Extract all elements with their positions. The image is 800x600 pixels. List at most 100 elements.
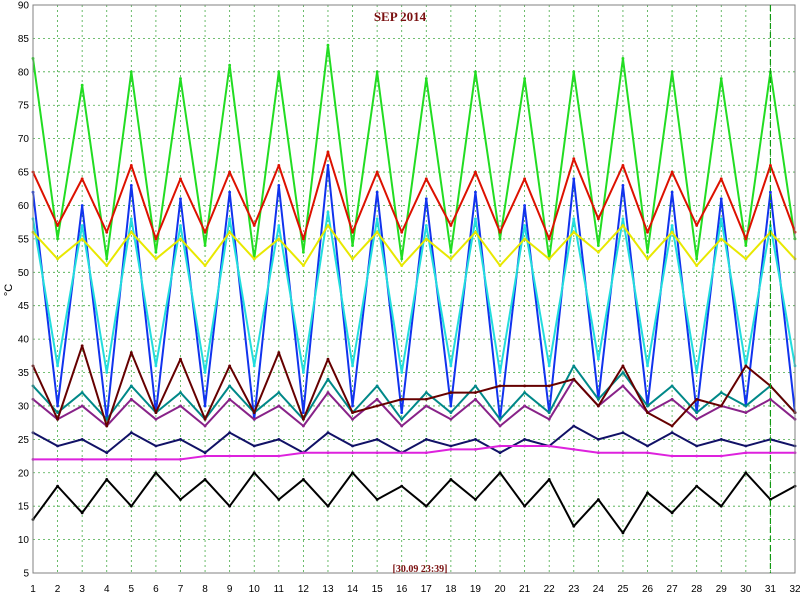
data-point [474, 437, 477, 441]
data-point [670, 70, 674, 74]
y-tick-label: 70 [18, 134, 30, 145]
data-point [596, 437, 600, 441]
data-point [572, 217, 576, 221]
data-point [179, 458, 182, 461]
data-point [670, 424, 674, 428]
data-point [301, 451, 305, 455]
data-point [228, 217, 232, 221]
data-point [596, 404, 600, 408]
data-point [621, 371, 625, 374]
data-point [523, 404, 527, 408]
y-tick-label: 65 [18, 168, 30, 179]
data-point [547, 411, 551, 415]
data-point [375, 230, 379, 234]
y-tick-label: 80 [18, 67, 30, 78]
data-point [301, 417, 305, 421]
data-point [105, 257, 109, 261]
data-point [596, 217, 600, 221]
data-point [154, 257, 158, 261]
data-point [351, 364, 354, 368]
data-point [154, 458, 158, 461]
y-tick-label: 5 [23, 569, 29, 580]
data-point [572, 364, 576, 368]
data-point [424, 77, 428, 80]
data-point [719, 404, 723, 408]
data-point [56, 417, 59, 421]
data-point [474, 217, 477, 221]
data-point [80, 344, 84, 348]
data-point [326, 451, 330, 455]
data-point [572, 524, 576, 528]
data-point [744, 237, 748, 241]
data-point [695, 444, 699, 448]
data-point [449, 478, 453, 481]
x-tick-label: 10 [249, 584, 261, 595]
data-point [129, 458, 133, 461]
data-point [277, 404, 281, 408]
data-point [498, 424, 502, 428]
data-point [424, 451, 428, 455]
data-point [179, 498, 182, 501]
data-point [129, 163, 133, 167]
series-3 [31, 163, 797, 421]
x-tick-label: 16 [396, 584, 408, 595]
data-point [252, 417, 256, 421]
data-point [277, 498, 281, 501]
data-point [375, 170, 379, 174]
data-point [596, 250, 600, 254]
data-point [719, 197, 723, 201]
data-point [129, 70, 133, 74]
data-point [277, 351, 281, 354]
data-point [646, 404, 649, 408]
data-point [523, 177, 527, 181]
data-point [596, 397, 600, 401]
data-point [179, 177, 182, 181]
data-point [179, 224, 182, 227]
data-point [596, 451, 600, 455]
data-point [154, 417, 158, 421]
x-tick-label: 14 [347, 584, 359, 595]
data-point [670, 384, 674, 388]
grid [32, 4, 796, 574]
data-point [523, 77, 527, 80]
data-point [474, 70, 477, 74]
data-point [449, 444, 453, 448]
data-point [228, 384, 232, 388]
data-point [400, 424, 404, 428]
series-line [32, 344, 796, 427]
data-point [547, 417, 551, 421]
data-point [203, 264, 207, 268]
data-point [769, 397, 772, 401]
data-point [129, 397, 133, 401]
data-point [154, 364, 158, 368]
data-point [56, 458, 59, 461]
data-point [498, 371, 502, 374]
data-point [228, 364, 232, 368]
data-point [277, 454, 281, 458]
x-tick-label: 18 [445, 584, 457, 595]
data-point [228, 454, 232, 458]
data-point [498, 417, 502, 421]
data-point [301, 237, 305, 241]
y-tick-label: 90 [18, 1, 30, 12]
data-point [252, 364, 256, 368]
x-tick-label: 23 [568, 584, 580, 595]
y-axis-label: °C [3, 284, 15, 296]
data-point [621, 184, 625, 187]
data-point [252, 454, 256, 458]
x-tick-label: 17 [421, 584, 433, 595]
data-point [252, 257, 256, 261]
series-line [32, 44, 796, 260]
x-tick-label: 2 [55, 584, 61, 595]
data-point [498, 384, 502, 388]
data-point [277, 70, 281, 74]
data-point [129, 351, 133, 354]
data-point [719, 237, 723, 241]
data-point [424, 404, 428, 408]
x-tick-label: 7 [178, 584, 184, 595]
data-point [228, 190, 232, 194]
y-tick-label: 15 [18, 502, 30, 513]
data-point [646, 250, 649, 254]
data-point [695, 224, 699, 227]
data-point [670, 397, 674, 401]
